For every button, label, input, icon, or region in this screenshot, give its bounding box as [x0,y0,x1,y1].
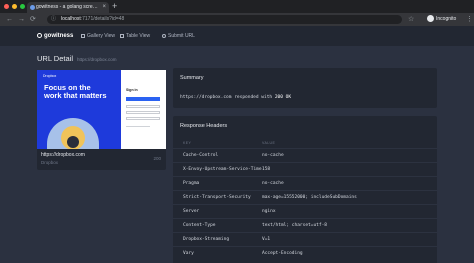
thumbnail-signin-button [126,97,160,101]
headers-col-value: VALUE [262,141,276,145]
header-key: Cache-Control [183,153,219,158]
summary-heading: Summary [180,75,204,81]
incognito-badge[interactable]: Incognito [427,13,456,26]
header-row: Content-Type text/html; charset=utf-8 [173,218,437,232]
gallery-icon [81,34,85,38]
header-value: 158 [262,167,271,172]
header-value: nginx [262,209,276,214]
browser-tab[interactable]: gowitness - a golang scre… × [27,2,109,13]
thumbnail-input-field [126,105,160,108]
window-controls [4,4,25,9]
header-row: Server nginx [173,204,437,218]
summary-card: Summary https://dropbox.com responded wi… [173,68,437,108]
header-row: Pragma no-cache [173,176,437,190]
url-host: localhost [61,16,81,22]
brand-name: gowitness [44,33,74,39]
header-value: no-cache [262,181,284,186]
site-info-icon[interactable]: ⓘ [51,15,56,24]
app-navbar: gowitness Gallery View Table View Submit… [0,26,474,46]
summary-text: https://dropbox.com responded with 200 O… [180,95,291,100]
incognito-icon [427,15,434,22]
page-title: URL Detail [37,54,73,63]
nav-table-view[interactable]: Table View [120,26,150,46]
illustration-dark-circle [67,136,79,148]
header-key: Vary [183,251,194,256]
summary-status: 200 OK [274,95,292,100]
header-row: Strict-Transport-Security max-age=1555200… [173,190,437,204]
headers-heading: Response Headers [180,123,228,129]
new-tab-button[interactable]: + [112,1,117,12]
screenshot-thumbnail[interactable]: Dropbox Focus on the work that matters S… [37,70,166,149]
nav-gallery-label: Gallery View [87,33,115,39]
maximize-window-button[interactable] [20,4,25,9]
thumbnail-input-field [126,111,160,114]
screenshot-url[interactable]: https://dropbox.com [41,152,85,158]
bookmark-star-icon[interactable]: ☆ [408,13,414,26]
nav-table-label: Table View [126,33,151,39]
thumbnail-footer-line [126,126,150,127]
screenshot-status-code: 200 [153,156,161,161]
nav-submit-url[interactable]: Submit URL [162,26,195,46]
browser-tab-strip: gowitness - a golang scre… × + [0,0,474,13]
header-value: no-cache [262,153,284,158]
thumbnail-headline: Focus on the work that matters [44,83,107,100]
headers-col-key: KEY [183,141,192,145]
tab-favicon-icon [30,5,35,10]
header-key: Pragma [183,181,200,186]
header-row: Cache-Control no-cache [173,148,437,162]
nav-submit-label: Submit URL [168,33,195,39]
header-value: Accept-Encoding [262,251,303,256]
address-bar[interactable]: ⓘ localhost:7171/details?id=48 [47,15,402,24]
close-window-button[interactable] [4,4,9,9]
thumbnail-logo: Dropbox [43,74,57,78]
reload-icon[interactable]: ⟳ [30,13,36,26]
close-tab-icon[interactable]: × [102,2,106,13]
response-headers-card: Response Headers KEY VALUE Cache-Control… [173,116,437,263]
brand-link[interactable]: gowitness [37,26,73,46]
header-key: Server [183,209,200,214]
tab-title: gowitness - a golang scre… [36,4,98,10]
incognito-label: Incognito [436,16,457,22]
browser-toolbar: ← → ⟳ ⓘ localhost:7171/details?id=48 ☆ I… [0,13,474,26]
header-value: max-age=15552000; includeSubDomains [262,195,357,200]
thumbnail-signin-heading: Sign in [126,88,138,92]
header-value: text/html; charset=utf-8 [262,223,328,228]
page-subtitle: https://dropbox.com [77,57,117,62]
screenshot-page-title: Dropbox [41,160,59,165]
header-row: Dropbox-Streaming V=1 [173,232,437,246]
header-key: X-Envoy-Upstream-Service-Time [183,167,262,172]
summary-connector: responded with [231,95,275,100]
browser-menu-icon[interactable]: ⋮ [466,13,473,26]
thumbnail-input-field [126,117,160,120]
summary-url: https://dropbox.com [180,95,232,100]
gowitness-logo-icon [37,33,42,38]
forward-arrow-icon[interactable]: → [18,13,25,26]
header-key: Content-Type [183,223,216,228]
screenshot-card: Dropbox Focus on the work that matters S… [37,70,166,170]
table-icon [120,34,124,38]
minimize-window-button[interactable] [12,4,17,9]
nav-gallery-view[interactable]: Gallery View [81,26,115,46]
header-value: V=1 [262,237,271,242]
header-row: Vary Accept-Encoding [173,246,437,260]
header-key: Dropbox-Streaming [183,237,230,242]
header-row: X-Envoy-Upstream-Service-Time 158 [173,162,437,176]
url-path: :7171/details?id=48 [80,16,125,22]
header-key: Strict-Transport-Security [183,195,251,200]
submit-icon [162,34,166,38]
back-arrow-icon[interactable]: ← [6,13,13,26]
